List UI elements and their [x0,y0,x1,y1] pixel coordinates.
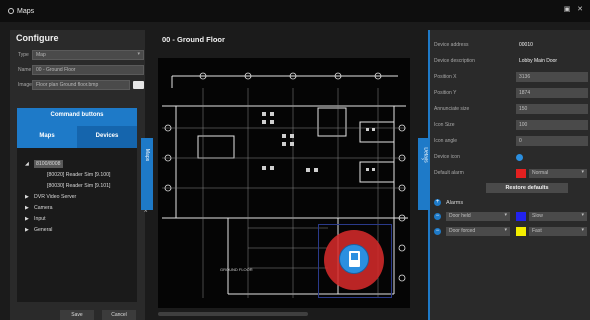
type-label: Type [18,52,29,58]
configure-title: Configure [16,33,59,43]
tree-item[interactable]: ▶ DVR Video Server [17,191,137,202]
tree-item[interactable]: ▶ Camera [17,202,137,213]
chevron-down-icon: ▾ [137,51,140,57]
detail-row: Annunciate size 150 [434,103,588,115]
alarm-row: − Door forced ▾ Fast ▾ [434,226,587,237]
image-input[interactable]: Floor plan Ground floor.bmp [32,80,130,90]
save-button[interactable]: Save [60,310,94,320]
tree-item[interactable]: ◢ 8100/8008 [17,158,137,169]
detail-row: Icon Size 100 [434,119,588,131]
position-y-input[interactable]: 1874 [516,88,588,98]
annunciate-size-input[interactable]: 150 [516,104,588,114]
tree-item[interactable]: [80030] Reader Sim [9.101] [17,180,137,191]
device-icon-swatch[interactable] [516,153,523,161]
name-label: Name [18,67,32,73]
alarm-mode-select[interactable]: Slow ▾ [529,212,587,221]
detail-row: Position Y 1874 [434,87,588,99]
position-x-input[interactable]: 3136 [516,72,588,82]
default-alarm-select[interactable]: Normal ▾ [529,168,587,178]
collapse-arrow-icon[interactable]: ◢ [25,161,31,167]
name-row: Name 00 - Ground Floor [18,64,145,76]
detail-row: Device icon [434,151,523,163]
alarm-row: − Door held ▾ Slow ▾ [434,211,587,222]
type-value: Map [36,52,46,58]
device-description-value: Lobby Main Door [519,58,558,64]
maps-side-tab-label: Maps [144,148,151,162]
restore-defaults-button[interactable]: Restore defaults [486,183,568,193]
tab-devices[interactable]: Devices [77,126,137,148]
type-select[interactable]: Map ▾ [32,50,144,60]
folder-icon[interactable] [133,81,144,89]
add-alarm-icon[interactable]: + [434,199,441,206]
detail-row: Default alarm Normal ▾ [434,167,587,179]
image-row: Image Floor plan Ground floor.bmp [18,79,145,91]
title-bar: Maps ▣ ✕ [0,0,590,22]
icon-size-input[interactable]: 100 [516,120,588,130]
remove-alarm-icon[interactable]: − [434,213,441,220]
tab-maps[interactable]: Maps [17,126,77,148]
close-icon[interactable]: ✕ [576,6,584,14]
alarm-type-select[interactable]: Door held ▾ [446,212,510,221]
maps-app-icon [8,8,14,14]
chevron-down-icon: ▾ [581,168,584,175]
remove-alarm-icon[interactable]: − [434,228,441,235]
chevron-down-icon: ▾ [504,227,507,233]
chevron-down-icon: ▾ [581,212,584,218]
detail-row: Device address 00010 [434,39,588,51]
cancel-button[interactable]: Cancel [102,310,136,320]
command-buttons-title: Command buttons [50,112,104,118]
detail-row: Icon angle 0 [434,135,588,147]
chevron-down-icon: ▾ [504,212,507,218]
device-tree: ◢ 8100/8008 [80020] Reader Sim [9.100] [… [17,148,137,302]
chevron-down-icon: ▾ [581,227,584,233]
command-buttons: Command buttons Maps Devices [17,108,137,148]
alarms-label: Alarms [446,199,464,206]
device-selection-outline [318,224,392,298]
type-row: Type Map ▾ [18,49,145,61]
expand-arrow-icon[interactable]: ▶ [25,194,31,200]
detail-row: Position X 3136 [434,71,588,83]
room-label: GROUND FLOOR [220,267,253,272]
restore-icon[interactable]: ▣ [563,6,571,14]
tree-item[interactable]: [80020] Reader Sim [9.100] [17,169,137,180]
floor-plan-map[interactable]: GROUND FLOOR [158,58,410,308]
alarms-header: + Alarms [434,199,463,206]
chevron-left-icon: ‹ [142,210,148,212]
device-address-value: 00010 [519,42,533,48]
default-alarm-color[interactable] [516,168,526,178]
alarm-color-swatch[interactable] [516,227,526,236]
tree-item[interactable]: ▶ General [17,224,137,235]
expand-arrow-icon[interactable]: ▶ [25,216,31,222]
name-input[interactable]: 00 - Ground Floor [32,65,144,75]
alarm-color-swatch[interactable] [516,212,526,221]
expand-arrow-icon[interactable]: ▶ [25,205,31,211]
alarm-type-select[interactable]: Door forced ▾ [446,227,510,236]
maps-side-tab[interactable]: Maps ‹ [141,138,153,212]
icon-angle-input[interactable]: 0 [516,136,588,146]
window-title: Maps [17,7,35,15]
alarm-mode-select[interactable]: Fast ▾ [529,227,587,236]
map-scrollbar[interactable] [158,312,308,316]
detail-row: Device description Lobby Main Door [434,55,588,67]
expand-arrow-icon[interactable]: ▶ [25,227,31,233]
tree-item[interactable]: ▶ Input [17,213,137,224]
map-title: 00 - Ground Floor [162,35,225,44]
image-label: Image [18,82,32,88]
